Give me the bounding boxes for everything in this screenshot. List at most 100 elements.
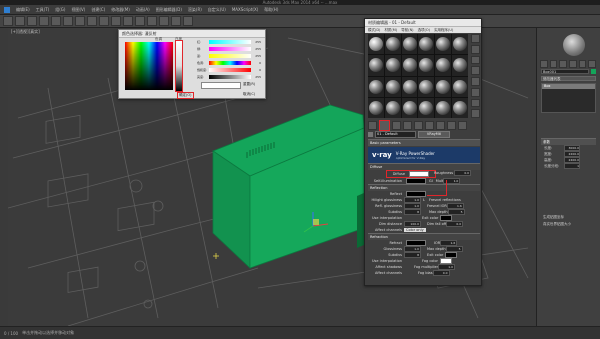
redo-icon[interactable] [15, 16, 25, 26]
create-tab-icon[interactable] [540, 60, 548, 68]
self-illum-swatch[interactable] [406, 178, 426, 184]
hilight-lock-button[interactable]: L [423, 198, 425, 202]
sample-slot[interactable] [401, 34, 418, 55]
render-icon[interactable] [183, 16, 193, 26]
green-slider[interactable] [209, 46, 251, 51]
uv-tiling-icon[interactable] [471, 66, 480, 75]
reset-map-icon[interactable] [392, 120, 401, 130]
affect-shadows-label[interactable]: Affect shadows [368, 265, 404, 269]
reset-button[interactable]: 重置(R) [243, 82, 255, 87]
stack-item-box[interactable]: Box [542, 84, 595, 89]
material-type-button[interactable]: VRayMtl [418, 131, 450, 138]
sample-slot[interactable] [368, 34, 384, 55]
eyedropper-icon[interactable] [368, 132, 373, 137]
hue-field[interactable] [125, 42, 173, 90]
value-red[interactable]: 255 [251, 40, 261, 44]
cancel-button[interactable]: 取消(C) [243, 92, 255, 97]
unlink-icon[interactable] [39, 16, 49, 26]
viewport-label[interactable]: [+][透视][真实] [11, 29, 40, 35]
ok-button-highlight[interactable]: 确定(O) [177, 92, 194, 99]
mirror-icon[interactable] [135, 16, 145, 26]
show-map-icon[interactable] [447, 120, 456, 130]
menu-item-help[interactable]: 帮助(H) [264, 7, 278, 13]
menu-item-group[interactable]: 组(G) [55, 7, 65, 13]
sample-slot[interactable] [418, 55, 435, 76]
value-blue[interactable]: 255 [251, 54, 261, 58]
backlight-icon[interactable] [471, 44, 480, 54]
sample-slot[interactable] [368, 97, 384, 118]
put-to-library-icon[interactable] [425, 120, 434, 130]
red-slider[interactable] [209, 39, 251, 44]
menu-item-maxscript[interactable]: MAXScript(X) [232, 7, 258, 12]
blue-slider[interactable] [209, 53, 251, 58]
value-slider[interactable] [209, 74, 251, 79]
material-name-field[interactable]: 01 - Default [375, 131, 416, 138]
sample-slot[interactable] [435, 34, 452, 55]
select-icon[interactable] [51, 16, 61, 26]
angle-snap-icon[interactable] [123, 16, 133, 26]
fresnel-checkbox-label[interactable]: Fresnel reflections [429, 198, 461, 202]
align-icon[interactable] [147, 16, 157, 26]
hue-slider[interactable] [209, 60, 251, 65]
options-icon[interactable] [471, 98, 480, 108]
sample-slot[interactable] [452, 76, 468, 97]
viewcube-icon[interactable] [563, 34, 585, 56]
sample-slot[interactable] [435, 76, 452, 97]
sample-slot[interactable] [452, 55, 468, 76]
menu-mode[interactable]: 模式(D) [368, 27, 380, 33]
sample-slot[interactable] [452, 97, 468, 118]
sample-slot[interactable] [384, 97, 401, 118]
value-green[interactable]: 255 [251, 47, 261, 51]
background-icon[interactable] [471, 55, 480, 65]
utilities-tab-icon[interactable] [588, 60, 597, 68]
sample-slot[interactable] [401, 97, 418, 118]
sample-slot[interactable] [452, 34, 468, 55]
sample-slot[interactable] [418, 34, 435, 55]
select-by-name-icon[interactable] [63, 16, 73, 26]
assign-material-icon[interactable] [379, 119, 390, 131]
menu-item-graph-editors[interactable]: 图形编辑器(D) [156, 7, 182, 13]
menu-navigation[interactable]: 导航(N) [401, 27, 413, 33]
link-icon[interactable] [27, 16, 37, 26]
value-saturation[interactable]: 0 [251, 68, 261, 72]
modifier-list-dropdown[interactable]: 修改器列表 [541, 76, 596, 81]
sample-slot[interactable] [435, 55, 452, 76]
menu-utilities[interactable]: 实用程序(U) [434, 27, 453, 33]
sample-slot[interactable] [368, 76, 384, 97]
go-parent-icon[interactable] [458, 120, 467, 130]
rotate-icon[interactable] [87, 16, 97, 26]
subdivs-value[interactable]: 8 [404, 209, 421, 215]
sample-slot[interactable] [384, 55, 401, 76]
unique-icon[interactable] [414, 120, 423, 130]
sample-slot[interactable] [435, 97, 452, 118]
dim-falloff-value[interactable]: 0.0 [446, 221, 464, 227]
object-name-field[interactable]: Box001 [541, 69, 589, 74]
hierarchy-tab-icon[interactable] [559, 60, 568, 68]
sample-slot[interactable] [384, 76, 401, 97]
sample-slot[interactable] [384, 34, 401, 55]
refr-subdivs-value[interactable]: 8 [404, 252, 421, 258]
saturation-slider[interactable] [209, 67, 251, 72]
frame-counter[interactable]: 0 / 100 [4, 331, 18, 336]
get-material-icon[interactable] [368, 120, 377, 130]
affect-channels-select[interactable]: Color only [404, 228, 426, 232]
snap-icon[interactable] [111, 16, 121, 26]
app-logo-icon[interactable] [4, 6, 10, 13]
sample-slot[interactable] [401, 76, 418, 97]
undo-icon[interactable] [3, 16, 13, 26]
roughness-value[interactable]: 0.0 [454, 170, 472, 176]
material-id-icon[interactable] [436, 120, 445, 130]
sample-slot[interactable] [368, 55, 384, 76]
copy-material-icon[interactable] [403, 120, 412, 130]
menu-material[interactable]: 材质(M) [384, 27, 397, 33]
gen-map-coords-checkbox[interactable]: 生成贴图坐标 [540, 214, 564, 220]
sample-slot[interactable] [401, 55, 418, 76]
video-check-icon[interactable] [471, 77, 480, 86]
value-hue[interactable]: 0 [251, 61, 261, 65]
menu-item-edit[interactable]: 编辑(E) [16, 7, 30, 13]
real-world-size-checkbox[interactable]: 真实世界贴图大小 [540, 221, 571, 227]
menu-item-create[interactable]: 创建(C) [91, 7, 105, 13]
sample-slot[interactable] [418, 97, 435, 118]
menu-item-animation[interactable]: 动画(A) [136, 7, 150, 13]
scale-icon[interactable] [99, 16, 109, 26]
